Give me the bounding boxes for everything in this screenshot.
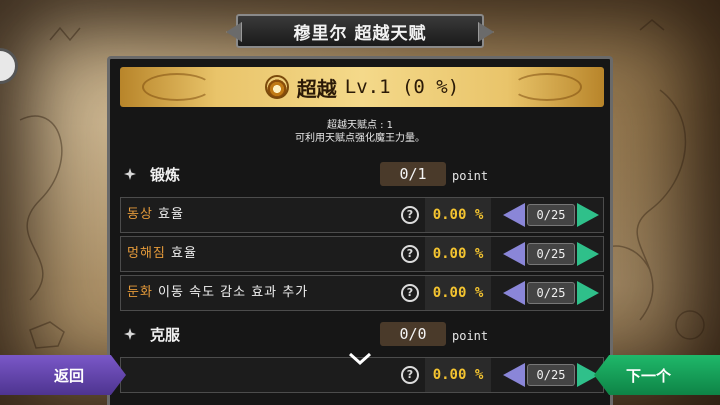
banner-level: Lv.1 (0 %) xyxy=(344,76,460,98)
level-stepper: 0/25 xyxy=(503,281,599,305)
talent-value: 0.00 % xyxy=(425,358,491,392)
increase-arrow-icon[interactable] xyxy=(577,242,599,266)
next-button[interactable]: 下一个 xyxy=(594,355,720,395)
talent-level: 0/25 xyxy=(527,364,575,386)
talent-keyword: 동상 xyxy=(127,207,153,222)
level-stepper: 0/25 xyxy=(503,203,599,227)
decrease-arrow-icon[interactable] xyxy=(503,363,525,387)
talent-level: 0/25 xyxy=(527,243,575,265)
help-icon[interactable]: ? xyxy=(401,366,419,384)
section-name: 锻炼 xyxy=(150,165,181,184)
talent-value: 0.00 % xyxy=(425,237,491,271)
talent-points-text: 超越天赋点 : 1 xyxy=(326,120,394,131)
talent-text: 이동 속도 감소 효과 추가 xyxy=(152,285,309,300)
talent-label: 둔화 이동 속도 감소 효과 추가 xyxy=(127,276,308,310)
section-header-training: 锻炼 0/1 point xyxy=(124,161,604,187)
talent-label: 동상 효율 xyxy=(127,198,184,232)
section-points: 0/1 xyxy=(380,162,446,186)
talent-text: 효율 xyxy=(165,246,197,261)
talent-description: 可利用天赋点强化魔王力量。 xyxy=(295,133,425,144)
section-header-overcome: 克服 0/0 point xyxy=(124,321,604,347)
banner-title: 超越 xyxy=(296,76,337,101)
increase-arrow-icon[interactable] xyxy=(577,203,599,227)
talent-label: 멍해짐 효율 xyxy=(127,237,197,271)
sparkle-icon xyxy=(124,168,136,180)
chevron-down-icon[interactable] xyxy=(348,352,372,366)
level-stepper: 0/25 xyxy=(503,242,599,266)
talent-keyword: 멍해짐 xyxy=(127,246,166,261)
back-button[interactable]: 返回 xyxy=(0,355,126,395)
help-icon[interactable]: ? xyxy=(401,245,419,263)
level-stepper: 0/25 xyxy=(503,363,599,387)
increase-arrow-icon[interactable] xyxy=(577,281,599,305)
talent-value: 0.00 % xyxy=(425,198,491,232)
section-points: 0/0 xyxy=(380,322,446,346)
page-title: 穆里尔 超越天赋 xyxy=(236,14,484,48)
decrease-arrow-icon[interactable] xyxy=(503,203,525,227)
decrease-arrow-icon[interactable] xyxy=(503,281,525,305)
talent-value: 0.00 % xyxy=(425,276,491,310)
transcend-banner: 超越 Lv.1 (0 %) xyxy=(120,67,604,107)
talent-row: 둔화 이동 속도 감소 효과 추가 ? 0.00 % 0/25 xyxy=(120,275,604,311)
banner-ornament-left xyxy=(142,73,212,101)
talent-level: 0/25 xyxy=(527,282,575,304)
section-name: 克服 xyxy=(150,325,181,344)
banner-ornament-right xyxy=(512,73,582,101)
talent-text: 효율 xyxy=(152,207,184,222)
talent-row: 멍해짐 효율 ? 0.00 % 0/25 xyxy=(120,236,604,272)
talent-row: 동상 효율 ? 0.00 % 0/25 xyxy=(120,197,604,233)
help-icon[interactable]: ? xyxy=(401,284,419,302)
points-unit: point xyxy=(452,329,489,343)
points-unit: point xyxy=(452,169,489,183)
talent-keyword: 둔화 xyxy=(127,285,153,300)
decrease-arrow-icon[interactable] xyxy=(503,242,525,266)
talent-level: 0/25 xyxy=(527,204,575,226)
sparkle-icon xyxy=(124,328,136,340)
help-icon[interactable]: ? xyxy=(401,206,419,224)
flame-emblem-icon xyxy=(264,75,289,99)
